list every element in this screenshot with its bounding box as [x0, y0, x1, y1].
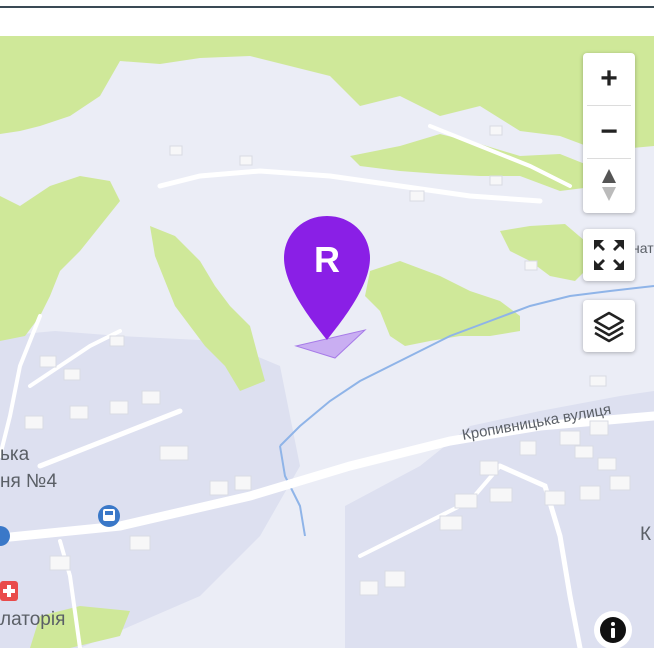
map-canvas[interactable]: R Кропивницька вулиця [0, 36, 654, 648]
place-label-n4: ня №4 [0, 471, 58, 492]
fullscreen-button[interactable] [583, 229, 635, 281]
zoom-out-button[interactable]: − [583, 106, 635, 158]
place-label-nat: нат [632, 240, 654, 256]
zoom-controls: + − [583, 53, 635, 213]
layers-button[interactable] [583, 300, 635, 352]
map-view[interactable]: R Кропивницька вулиця ька ня №4 латорія … [0, 36, 654, 648]
top-strip [0, 0, 654, 8]
location-pin-icon[interactable]: R [284, 216, 370, 340]
bus-stop-icon[interactable] [98, 505, 120, 527]
place-label-k: К [640, 524, 652, 545]
compass-button[interactable] [583, 159, 635, 211]
medical-icon[interactable] [0, 581, 18, 601]
compass-icon [602, 169, 616, 201]
layers-icon [593, 311, 625, 343]
pin-letter: R [314, 239, 340, 280]
place-label-sanatorium: латорія [0, 609, 66, 630]
fullscreen-icon [594, 240, 624, 270]
info-icon [600, 617, 626, 643]
zoom-in-button[interactable]: + [583, 53, 635, 105]
info-button[interactable] [594, 611, 632, 648]
residential-areas [0, 331, 654, 648]
place-label-ka: ька [0, 444, 30, 465]
